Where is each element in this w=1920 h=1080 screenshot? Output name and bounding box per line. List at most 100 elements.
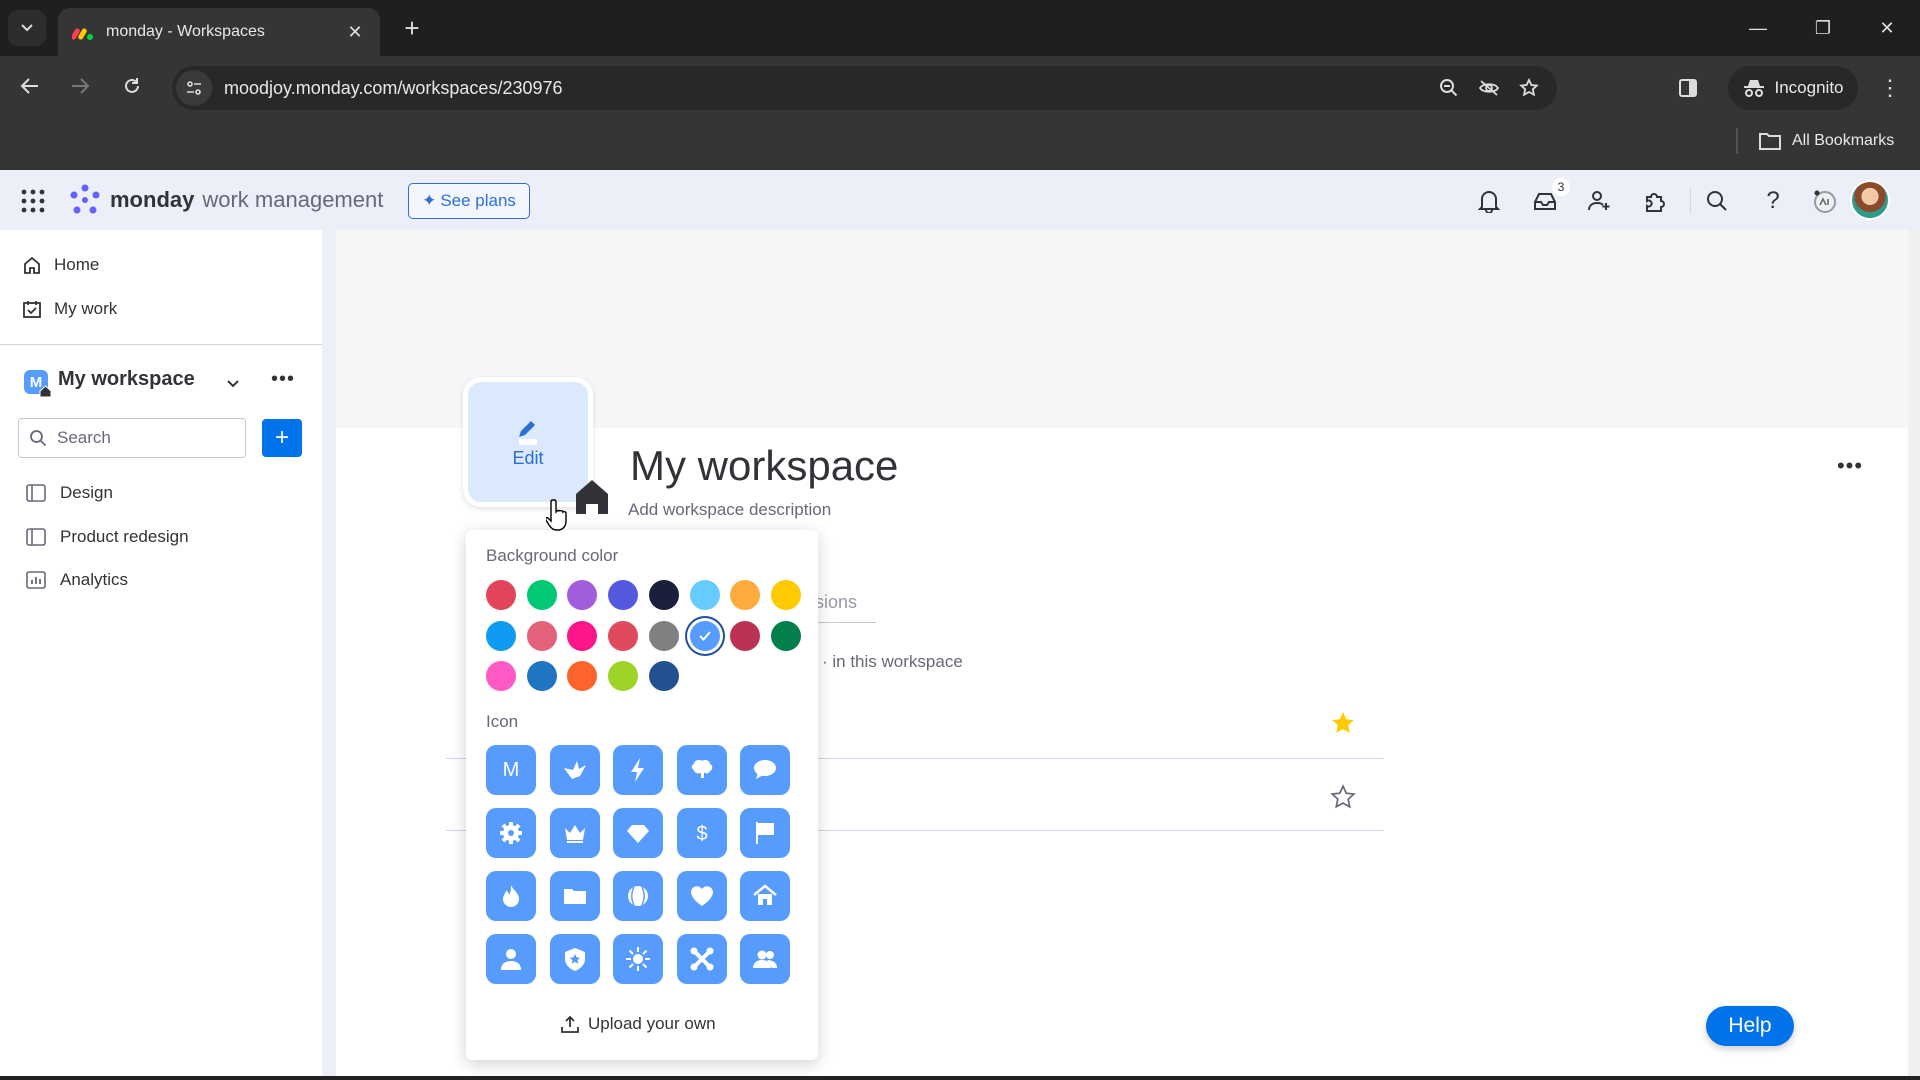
new-tab-button[interactable]: +: [396, 12, 428, 44]
color-swatch[interactable]: [648, 620, 679, 651]
brand-name: monday: [110, 187, 195, 212]
icon-option-lightning[interactable]: [613, 745, 663, 795]
browser-tab[interactable]: monday - Workspaces ✕: [58, 8, 380, 56]
search-button[interactable]: [1698, 182, 1736, 220]
color-swatch[interactable]: [730, 580, 761, 610]
board-label: Design: [60, 483, 113, 502]
side-panel-icon[interactable]: [1668, 68, 1708, 108]
color-swatch[interactable]: [608, 661, 639, 691]
icon-option-folder[interactable]: [549, 871, 600, 921]
workspace-name[interactable]: My workspace: [58, 368, 195, 391]
house-icon: [753, 884, 777, 905]
icon-option-house[interactable]: [740, 871, 790, 921]
color-swatch[interactable]: [526, 580, 557, 610]
icon-option-person[interactable]: [486, 934, 536, 984]
user-avatar[interactable]: [1850, 180, 1890, 220]
workspace-description-input[interactable]: Add workspace description: [628, 500, 831, 520]
main-scrollbar[interactable]: [1908, 230, 1920, 1080]
people-icon: [753, 950, 777, 968]
zoom-icon[interactable]: [1429, 68, 1469, 108]
see-plans-label: See plans: [440, 191, 516, 210]
folder-icon: [1759, 133, 1781, 150]
tracking-protection-icon[interactable]: [1469, 68, 1509, 108]
close-window-button[interactable]: ✕: [1862, 10, 1912, 46]
color-swatch[interactable]: [486, 620, 516, 651]
incognito-indicator[interactable]: Incognito: [1728, 66, 1858, 110]
icon-option-origami-bird[interactable]: [549, 745, 600, 795]
board-label: Analytics: [60, 570, 129, 589]
color-swatch[interactable]: [648, 580, 679, 610]
dashboard-icon: [26, 571, 46, 589]
minimize-button[interactable]: —: [1733, 10, 1783, 46]
reload-button[interactable]: [116, 70, 148, 102]
icon-option-chat-bubble[interactable]: [740, 745, 790, 795]
address-bar[interactable]: moodjoy.monday.com/workspaces/230976: [172, 66, 1557, 110]
icon-option-dollar[interactable]: $: [676, 808, 727, 858]
home-icon: [576, 480, 608, 514]
restore-button[interactable]: ❐: [1798, 10, 1848, 46]
color-swatch[interactable]: [770, 580, 801, 610]
icon-option-heart[interactable]: [676, 871, 727, 921]
color-swatch[interactable]: [608, 620, 639, 651]
color-swatch[interactable]: [526, 661, 557, 691]
sidebar-board-product-redesign[interactable]: Product redesign: [26, 519, 189, 555]
icon-option-ball[interactable]: [613, 871, 663, 921]
forward-button[interactable]: [64, 70, 96, 102]
back-button[interactable]: [14, 70, 46, 102]
icon-option-fire[interactable]: [486, 871, 536, 921]
workspace-more-options-icon[interactable]: •••: [1834, 455, 1866, 482]
crown-icon: [564, 825, 585, 843]
icon-option-letter-m[interactable]: M: [486, 745, 536, 795]
icon-option-shield-star[interactable]: [549, 934, 600, 984]
sidebar-search-input[interactable]: Search: [18, 418, 246, 458]
browser-menu-icon[interactable]: ⋮: [1870, 68, 1910, 108]
page-title[interactable]: My workspace: [630, 442, 898, 490]
workspace-dropdown-chevron-icon[interactable]: [222, 372, 244, 394]
icon-option-gear[interactable]: [486, 808, 536, 858]
color-swatch[interactable]: [526, 620, 557, 651]
monday-logo-icon: [70, 184, 100, 214]
tab-search-button[interactable]: [8, 10, 46, 46]
sidebar-board-analytics[interactable]: Analytics: [26, 562, 128, 598]
color-swatch[interactable]: [730, 620, 761, 651]
icon-option-flag[interactable]: [740, 808, 790, 858]
color-swatch[interactable]: [486, 661, 516, 691]
icon-option-sun[interactable]: [613, 934, 663, 984]
star-filled-icon[interactable]: [1330, 710, 1356, 736]
icon-option-brain[interactable]: [676, 745, 727, 795]
bookmark-star-icon[interactable]: [1509, 68, 1549, 108]
sidebar-item-home[interactable]: Home: [22, 247, 99, 283]
brand-logo[interactable]: monday work management: [68, 184, 383, 216]
help-icon[interactable]: ?: [1754, 182, 1792, 220]
app-switcher-icon[interactable]: [20, 188, 46, 214]
icon-option-tools[interactable]: [676, 934, 727, 984]
apps-marketplace-button[interactable]: [1636, 182, 1674, 220]
color-swatch[interactable]: [648, 661, 679, 691]
site-info-icon[interactable]: [176, 70, 212, 106]
upload-your-own-button[interactable]: Upload your own: [560, 1014, 716, 1034]
help-button[interactable]: Help: [1706, 1006, 1794, 1046]
icon-option-crown[interactable]: [549, 808, 600, 858]
close-tab-icon[interactable]: ✕: [344, 22, 366, 43]
invite-members-button[interactable]: [1580, 182, 1618, 220]
icon-option-diamond[interactable]: [613, 808, 663, 858]
all-bookmarks-button[interactable]: All Bookmarks: [1758, 126, 1894, 156]
monday-favicon-icon: [72, 28, 93, 40]
see-plans-button[interactable]: ✦ See plans: [408, 183, 530, 219]
notifications-button[interactable]: [1470, 182, 1508, 220]
ai-assistant-button[interactable]: [1806, 182, 1844, 220]
color-swatch[interactable]: [770, 620, 801, 651]
color-swatch[interactable]: [608, 580, 639, 610]
star-outline-icon[interactable]: [1330, 784, 1356, 810]
icon-option-people[interactable]: [740, 934, 790, 984]
color-swatch[interactable]: [567, 620, 598, 651]
color-swatch[interactable]: [689, 580, 720, 610]
bookmarks-bar: [0, 114, 1920, 170]
add-item-button[interactable]: +: [262, 419, 302, 457]
color-swatch[interactable]: [486, 580, 516, 610]
sidebar-board-design[interactable]: Design: [26, 475, 113, 511]
sidebar-item-my-work[interactable]: My work: [22, 291, 117, 327]
sparkle-icon: ✦: [422, 191, 437, 210]
workspace-more-icon[interactable]: •••: [270, 369, 296, 394]
color-swatch-selected[interactable]: [689, 620, 720, 651]
